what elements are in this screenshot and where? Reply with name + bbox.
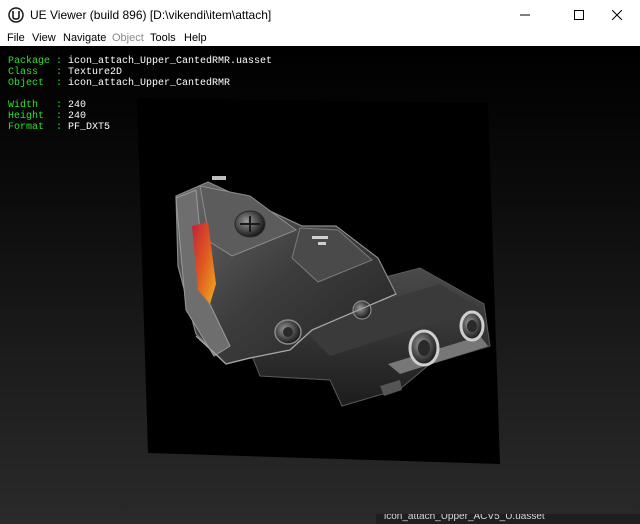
menu-tools[interactable]: Tools: [150, 30, 176, 46]
close-icon: [612, 10, 622, 20]
menu-object[interactable]: Object: [112, 30, 144, 46]
info-value-format: PF_DXT5: [68, 122, 111, 133]
minimize-button[interactable]: [502, 0, 548, 30]
info-row-object: Object : icon_attach_Upper_CantedRMR: [8, 78, 230, 89]
info-row-height: Height : 240: [8, 111, 86, 122]
background-window-peek[interactable]: icon_attach_Upper_ACV5_U.uasset: [376, 514, 640, 524]
menu-help[interactable]: Help: [184, 30, 207, 46]
info-key-package: Package :: [8, 56, 69, 67]
menu-bar: File View Navigate Object Tools Help: [0, 30, 640, 46]
minimize-icon: [520, 14, 530, 16]
info-row-width: Width : 240: [8, 100, 86, 111]
texture-viewport[interactable]: Package : icon_attach_Upper_CantedRMR.ua…: [0, 46, 640, 524]
info-key-format: Format :: [8, 122, 69, 133]
menu-navigate[interactable]: Navigate: [63, 30, 106, 46]
ue-viewer-window: UE Viewer (build 896) [D:\vikendi\item\a…: [0, 0, 640, 524]
info-key-height: Height :: [8, 111, 69, 122]
background-window-title: icon_attach_Upper_ACV5_U.uasset: [384, 514, 545, 522]
info-row-format: Format : PF_DXT5: [8, 122, 110, 133]
info-row-package: Package : icon_attach_Upper_CantedRMR.ua…: [8, 56, 272, 67]
info-value-height: 240: [68, 111, 87, 122]
maximize-icon: [574, 10, 584, 20]
menu-view[interactable]: View: [32, 30, 56, 46]
info-value-object: icon_attach_Upper_CantedRMR: [68, 78, 231, 89]
texture-preview-image: [137, 98, 500, 464]
info-value-package: icon_attach_Upper_CantedRMR.uasset: [68, 56, 273, 67]
info-value-class: Texture2D: [68, 67, 123, 78]
info-key-object: Object :: [8, 78, 69, 89]
info-value-width: 240: [68, 100, 87, 111]
menu-file[interactable]: File: [7, 30, 25, 46]
info-key-class: Class :: [8, 67, 69, 78]
window-title: UE Viewer (build 896) [D:\vikendi\item\a…: [30, 8, 272, 22]
info-key-width: Width :: [8, 100, 69, 111]
ue-viewer-app-icon: [8, 7, 24, 23]
title-bar[interactable]: UE Viewer (build 896) [D:\vikendi\item\a…: [0, 0, 640, 30]
close-button[interactable]: [594, 0, 640, 30]
info-row-class: Class : Texture2D: [8, 67, 122, 78]
